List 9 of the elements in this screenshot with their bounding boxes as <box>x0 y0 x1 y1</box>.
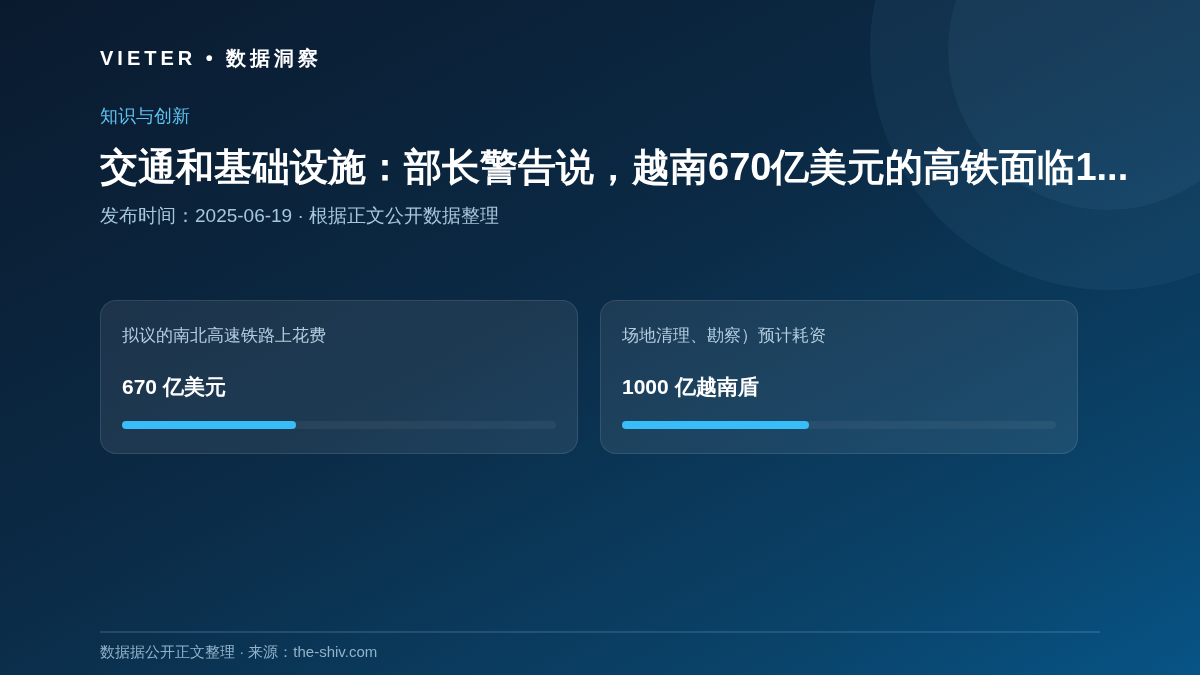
stat-label: 拟议的南北高速铁路上花费 <box>122 325 327 347</box>
article-title: 交通和基础设施：部长警告说，越南670亿美元的高铁面临1... <box>100 145 1129 190</box>
article-meta: 发布时间：2025-06-19 · 根据正文公开数据整理 <box>100 204 500 228</box>
brand-logo-text: VIETER • 数据洞察 <box>100 46 323 71</box>
stat-value: 670 亿美元 <box>122 374 227 400</box>
article-category: 知识与创新 <box>100 105 190 127</box>
footer-source-text: 数据据公开正文整理 · 来源：the-shiv.com <box>100 643 378 660</box>
stat-value: 1000 亿越南盾 <box>622 374 760 400</box>
stat-label: 场地清理、勘察）预计耗资 <box>622 325 827 347</box>
